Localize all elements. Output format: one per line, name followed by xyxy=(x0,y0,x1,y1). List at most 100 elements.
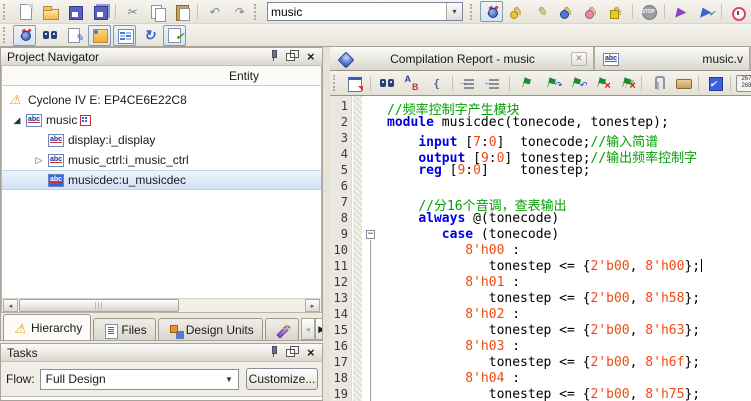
start-compilation-button[interactable] xyxy=(13,25,36,46)
tree-item-musicdec[interactable]: musicdec:u_musicdec xyxy=(2,170,321,190)
code-text: tonestep <= {2'b00, 8'h00}; xyxy=(380,259,751,275)
chip-planner-button[interactable] xyxy=(605,1,628,22)
find-button[interactable] xyxy=(375,73,398,94)
fold-margin-cell xyxy=(362,307,380,323)
bookmark-next-button[interactable] xyxy=(539,73,562,94)
cut-button[interactable]: ✂ xyxy=(120,1,143,22)
tree-item-music_ctrl[interactable]: ▷music_ctrl:i_music_ctrl xyxy=(2,150,321,170)
close-button[interactable] xyxy=(303,50,318,64)
open-file-icon xyxy=(41,3,59,21)
find-project-button[interactable] xyxy=(38,25,61,46)
open-file-button[interactable] xyxy=(38,1,61,22)
bookmark-clear-button[interactable] xyxy=(589,73,612,94)
redo-button[interactable]: ↷ xyxy=(227,1,250,22)
replace-button[interactable] xyxy=(400,73,423,94)
toolbar-grip[interactable] xyxy=(470,4,475,20)
line-indicator-button[interactable]: 267268 xyxy=(735,73,751,94)
float-button[interactable] xyxy=(285,346,300,360)
toolbar-grip[interactable] xyxy=(333,75,338,91)
fold-margin-cell xyxy=(362,131,380,147)
start-analysis-button[interactable] xyxy=(669,1,692,22)
open-in-main-button[interactable] xyxy=(343,73,366,94)
stop-processing-button[interactable] xyxy=(637,1,660,22)
bookmark-prev-button[interactable] xyxy=(564,73,587,94)
scroll-left-button[interactable]: ◂ xyxy=(3,299,18,312)
float-button[interactable] xyxy=(285,50,300,64)
edit-assignment-button[interactable] xyxy=(530,1,553,22)
attach-button[interactable] xyxy=(646,73,669,94)
unindent-button[interactable] xyxy=(482,73,505,94)
tabs-scroll-left-button[interactable]: ◂ xyxy=(301,318,315,340)
paste-button[interactable] xyxy=(170,1,193,22)
copy-button[interactable] xyxy=(145,1,168,22)
panel-splitter[interactable] xyxy=(323,47,330,401)
scroll-right-button[interactable]: ▸ xyxy=(305,299,320,312)
selection-margin-cell xyxy=(352,275,362,291)
tree-item-music[interactable]: ◢music xyxy=(2,110,321,130)
code-line: 16 8'h03 : xyxy=(330,339,751,355)
bookmark-button[interactable] xyxy=(514,73,537,94)
fold-collapse-button[interactable]: − xyxy=(366,230,375,239)
close-button[interactable] xyxy=(303,346,318,360)
unindent-icon xyxy=(485,74,503,92)
line-indicator-icon: 267268 xyxy=(736,75,751,92)
match-brace-button[interactable] xyxy=(425,73,448,94)
tree-item-Cyclone IV E[interactable]: Cyclone IV E: EP4CE6E22C8 xyxy=(2,90,321,110)
save-button[interactable] xyxy=(63,1,86,22)
tabs-scroll-right-button[interactable]: ▶ xyxy=(315,318,322,340)
tab-hierarchy[interactable]: Hierarchy xyxy=(3,314,91,340)
bookmark-clear-all-icon xyxy=(617,74,635,92)
analyze-current-button[interactable] xyxy=(703,73,726,94)
code-editor[interactable]: 1//频率控制字产生模块2module musicdec(tonecode, t… xyxy=(330,96,751,401)
new-file-button[interactable] xyxy=(13,1,36,22)
refresh-button[interactable] xyxy=(138,25,161,46)
assignment-editor-icon xyxy=(558,3,576,21)
code-text: tonestep <= {2'b00, 8'h6f}; xyxy=(380,355,751,371)
document-tab-2[interactable]: music.v xyxy=(595,47,751,70)
chevron-down-icon: ▼ xyxy=(220,370,238,389)
fold-margin-cell xyxy=(362,147,380,163)
selection-margin-cell xyxy=(352,291,362,307)
expand-arrow-icon[interactable]: ▷ xyxy=(32,155,46,166)
pin-button[interactable] xyxy=(267,346,282,360)
settings-button[interactable] xyxy=(113,25,136,46)
tab-wand[interactable] xyxy=(265,318,299,340)
line-number: 13 xyxy=(330,291,352,307)
toolbar-grip[interactable] xyxy=(3,27,8,43)
pin-button[interactable] xyxy=(267,50,282,64)
undo-button[interactable]: ↶ xyxy=(202,1,225,22)
new-assignment-button[interactable] xyxy=(505,1,528,22)
document-tab-1[interactable]: Compilation Report - music✕ xyxy=(330,47,595,70)
save-all-button[interactable] xyxy=(88,1,111,22)
assignment-note-button[interactable] xyxy=(88,25,111,46)
text-editor-button[interactable] xyxy=(63,25,86,46)
close-tab-button[interactable]: ✕ xyxy=(571,52,587,66)
indent-button[interactable] xyxy=(457,73,480,94)
analyze-file-button[interactable] xyxy=(163,25,186,46)
hierarchy-tree[interactable]: Cyclone IV E: EP4CE6E22C8◢musicdisplay:i… xyxy=(1,86,322,298)
script-button[interactable] xyxy=(671,73,694,94)
tab-files[interactable]: Files xyxy=(93,318,155,340)
customize-button[interactable]: Customize... xyxy=(246,368,318,390)
tab-design-units[interactable]: Design Units xyxy=(158,318,263,340)
timing-analyzer-button[interactable] xyxy=(726,1,749,22)
search-input[interactable] xyxy=(268,4,446,19)
pin-planner-button[interactable] xyxy=(580,1,603,22)
start-elaboration-button[interactable] xyxy=(694,1,717,22)
assignment-editor-button[interactable] xyxy=(555,1,578,22)
entity-search-combobox[interactable]: ▾ xyxy=(267,2,463,21)
tab-label: Design Units xyxy=(186,323,254,337)
tree-item-display[interactable]: display:i_display xyxy=(2,130,321,150)
entity-column-header[interactable]: Entity xyxy=(1,66,322,86)
flow-select[interactable]: Full Design ▼ xyxy=(40,369,239,390)
collapse-arrow-icon[interactable]: ◢ xyxy=(10,115,24,126)
toolbar-grip[interactable] xyxy=(3,4,8,20)
code-text: 8'h02 : xyxy=(380,307,751,323)
hierarchy-icon xyxy=(77,111,95,129)
chevron-down-icon[interactable]: ▾ xyxy=(446,3,462,20)
horizontal-scrollbar[interactable]: ◂ ||| ▸ xyxy=(1,298,322,313)
compile-design-button[interactable] xyxy=(480,1,503,22)
toolbar-grip[interactable] xyxy=(254,4,259,20)
bookmark-clear-all-button[interactable] xyxy=(614,73,637,94)
scrollbar-thumb[interactable]: ||| xyxy=(19,299,179,312)
